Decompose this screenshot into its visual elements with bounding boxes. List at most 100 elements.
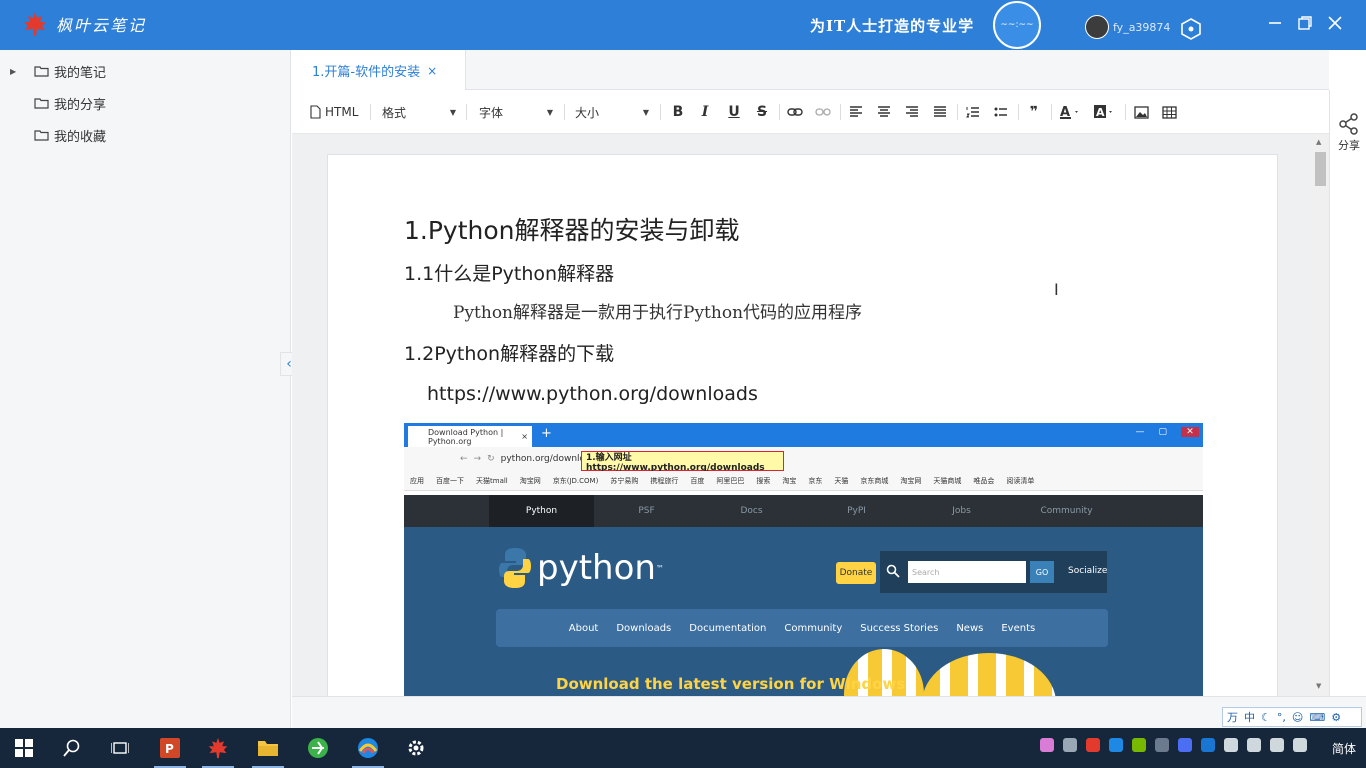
user-profile[interactable]: fy_a39874 [1085, 15, 1170, 39]
scroll-up-arrow-icon[interactable]: ▲ [1316, 138, 1321, 146]
align-justify-button[interactable] [930, 102, 950, 122]
python-search-input: Search [908, 561, 1026, 583]
doc-url-text[interactable]: https://www.python.org/downloads [427, 383, 758, 405]
bookmark-item: 淘宝 [782, 476, 797, 485]
doc-heading-1[interactable]: 1.Python解释器的安装与卸载 [404, 211, 740, 247]
avatar[interactable] [1085, 15, 1109, 39]
insert-link-button[interactable] [785, 102, 805, 122]
slogan-text: 为IT人士打造的专业学 [810, 17, 975, 35]
align-right-button[interactable] [902, 102, 922, 122]
background-color-button[interactable]: A [1091, 102, 1119, 122]
ime-item[interactable]: 万 [1227, 709, 1238, 725]
settings-hexagon-icon[interactable] [1180, 18, 1202, 40]
ordered-list-icon [966, 107, 979, 118]
sidebar-item-my-favorites[interactable]: 我的收藏 [0, 123, 106, 147]
close-button[interactable] [1322, 10, 1348, 36]
input-language-indicator[interactable]: 简体 [1332, 740, 1356, 757]
powerpoint-icon: P [160, 738, 180, 758]
tray-microphone-icon[interactable] [1224, 738, 1238, 752]
font-family-dropdown[interactable]: 字体 ▼ [479, 102, 557, 122]
scrollbar-thumb[interactable] [1315, 152, 1326, 186]
python-site-header: python ™ Donate Search GO Socialize Abou… [404, 527, 1203, 696]
expand-arrow-icon[interactable]: ▶ [0, 67, 34, 76]
python-main-menu: About Downloads Documentation Community Succ… [496, 609, 1108, 647]
ime-item[interactable]: ☾ [1261, 711, 1271, 724]
python-menu-item: Documentation [689, 622, 767, 634]
taskbar-search-button[interactable] [60, 736, 84, 760]
ime-item[interactable]: °, [1277, 711, 1286, 724]
caret-down-icon: ▼ [546, 107, 553, 117]
bookmark-item: 阿里巴巴 [716, 476, 745, 485]
sidebar-item-my-shares[interactable]: 我的分享 [0, 91, 106, 115]
scroll-down-arrow-icon[interactable]: ▼ [1316, 682, 1321, 690]
taskbar-powerpoint[interactable]: P [158, 736, 182, 760]
app-name: 枫叶云笔记 [56, 16, 147, 35]
tray-cloud-icon[interactable] [1155, 738, 1169, 752]
taskbar-maple-notes[interactable] [206, 736, 230, 760]
share-button-label[interactable]: 分享 [1338, 137, 1360, 153]
maximize-button[interactable] [1292, 10, 1318, 36]
editor-canvas[interactable]: 1.Python解释器的安装与卸载 1.1什么是Python解释器 Python… [292, 134, 1329, 696]
ime-toolbar[interactable]: 万中 ☾ °, ☺ ⌨ ⚙ [1222, 707, 1362, 727]
bold-button[interactable]: B [668, 102, 688, 122]
align-center-button[interactable] [874, 102, 894, 122]
share-icon[interactable] [1339, 113, 1359, 135]
tray-app-icon[interactable] [1040, 738, 1054, 752]
align-justify-icon [934, 106, 946, 117]
toolbar-divider [957, 104, 958, 120]
bookmark-item: 京东(JD.COM) [552, 476, 599, 485]
tray-browser-icon[interactable] [1109, 738, 1123, 752]
tray-nvidia-icon[interactable] [1132, 738, 1146, 752]
share-panel: 分享 [1329, 90, 1366, 696]
insert-image-button[interactable] [1131, 102, 1151, 122]
italic-button[interactable]: I [695, 102, 715, 122]
tab-note-active[interactable]: 1.开篇-软件的安装 × [292, 50, 466, 91]
app-logo[interactable]: 枫叶云笔记 [22, 11, 146, 37]
minimize-button[interactable] [1262, 10, 1288, 36]
html-source-button[interactable]: HTML [308, 102, 358, 122]
doc-heading-2-download[interactable]: 1.2Python解释器的下载 [404, 339, 614, 366]
tray-maple-leaf-icon[interactable] [1086, 738, 1100, 752]
font-color-button[interactable]: A [1057, 102, 1085, 122]
document-page[interactable]: 1.Python解释器的安装与卸载 1.1什么是Python解释器 Python… [327, 154, 1278, 696]
embedded-screenshot-image[interactable]: Download Python | Python.org × + — ▢ ✕ ← → ↻… [404, 423, 1203, 696]
ime-item[interactable]: ⌨ [1309, 711, 1325, 724]
tray-user-icon[interactable] [1063, 738, 1077, 752]
html-file-icon [310, 105, 321, 119]
taskbar-file-explorer[interactable] [256, 736, 280, 760]
insert-table-button[interactable] [1159, 102, 1179, 122]
blockquote-button[interactable]: ❞ [1024, 102, 1044, 122]
doc-heading-2-what-is[interactable]: 1.1什么是Python解释器 [404, 259, 614, 286]
unlink-button[interactable] [813, 102, 833, 122]
tray-wifi-icon[interactable] [1270, 738, 1284, 752]
ime-item[interactable]: ⚙ [1331, 711, 1341, 724]
start-button[interactable] [12, 736, 36, 760]
donate-button: Donate [836, 562, 876, 584]
trademark-mark: ™ [655, 563, 664, 573]
bullet-list-button[interactable] [991, 102, 1011, 122]
doc-paragraph[interactable]: Python解释器是一款用于执行Python代码的应用程序 [453, 298, 862, 323]
taskbar-360-browser[interactable] [306, 736, 330, 760]
tray-shield-icon[interactable] [1178, 738, 1192, 752]
toolbar-divider [466, 104, 467, 120]
tab-close-icon[interactable]: × [427, 64, 437, 78]
underline-button[interactable]: U [724, 102, 744, 122]
taskbar-browser-2[interactable] [356, 736, 380, 760]
tray-volume-icon[interactable] [1293, 738, 1307, 752]
highlight-color-icon: A [1094, 105, 1112, 119]
align-left-button[interactable] [846, 102, 866, 122]
python-menu-item: News [956, 622, 984, 634]
format-dropdown[interactable]: 格式 ▼ [382, 102, 460, 122]
ime-item[interactable]: ☺ [1292, 711, 1303, 724]
svg-text:P: P [165, 742, 174, 756]
sidebar-item-my-notes[interactable]: ▶ 我的笔记 [0, 59, 106, 83]
task-view-button[interactable] [108, 736, 132, 760]
tray-bluetooth-icon[interactable] [1201, 738, 1215, 752]
strikethrough-button[interactable]: S [752, 102, 772, 122]
taskbar-settings[interactable] [404, 736, 428, 760]
font-size-dropdown[interactable]: 大小 ▼ [575, 102, 653, 122]
ime-item[interactable]: 中 [1244, 709, 1255, 725]
tray-battery-icon[interactable] [1247, 738, 1261, 752]
vertical-scrollbar[interactable]: ▲ ▼ [1312, 134, 1329, 696]
ordered-list-button[interactable] [963, 102, 983, 122]
